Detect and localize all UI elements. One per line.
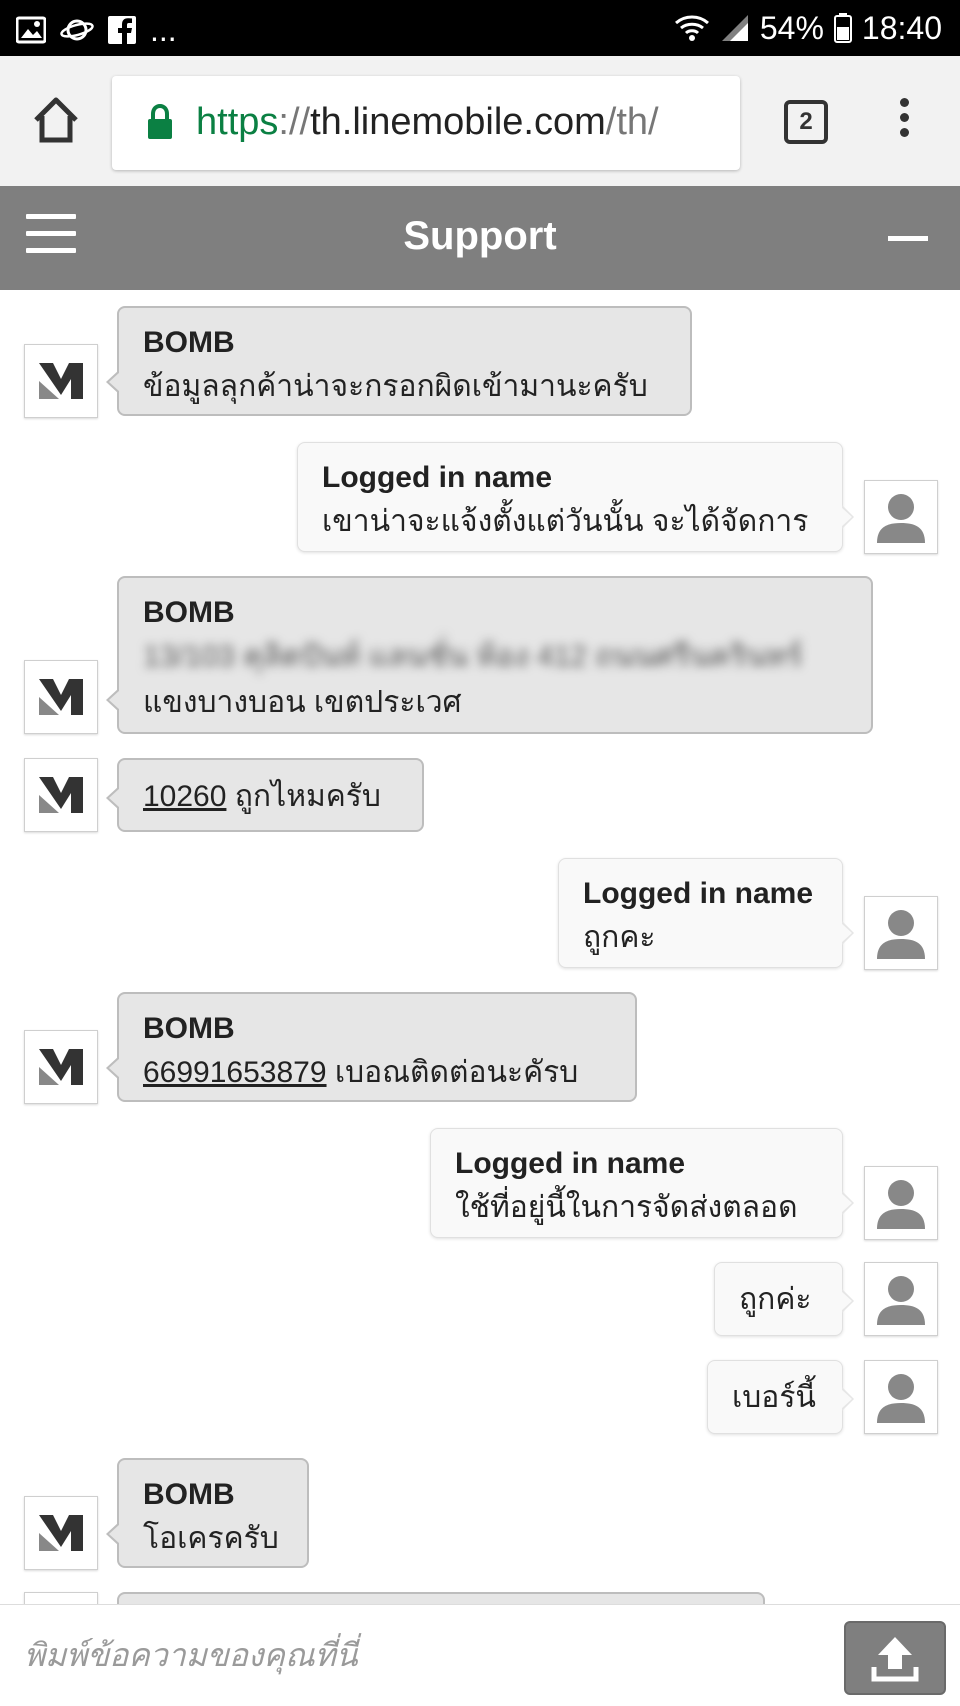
support-header: Support bbox=[0, 186, 960, 290]
message-text: โอเครครับ bbox=[143, 1522, 279, 1555]
home-icon[interactable] bbox=[28, 92, 84, 148]
browser-toolbar: https://th.linemobile.com/th/ 2 bbox=[0, 56, 960, 186]
chat-log[interactable]: BOMB ข้อมูลลุกค้าน่าจะกรอกผิดเข้ามานะครั… bbox=[0, 290, 960, 1604]
message-bubble: Logged in name เขาน่าจะแจ้งตั้งแต่วันนั้… bbox=[297, 442, 854, 552]
agent-avatar bbox=[24, 660, 98, 734]
user-avatar bbox=[864, 896, 938, 970]
url-path: /th/ bbox=[605, 101, 659, 143]
page-title: Support bbox=[403, 214, 557, 258]
line-mobile-logo-icon bbox=[39, 777, 83, 813]
message-text: เบอร์นี้ bbox=[732, 1381, 816, 1414]
message-text: ถูกคะ bbox=[583, 921, 656, 954]
agent-avatar bbox=[24, 1592, 98, 1604]
user-avatar bbox=[864, 1166, 938, 1240]
message-text: ถูกไหมครับ bbox=[226, 780, 381, 813]
message-bubble bbox=[117, 1592, 765, 1604]
user-icon bbox=[877, 1276, 925, 1325]
status-bar: ... 54% 18:40 bbox=[0, 0, 960, 56]
message-text: ข้อมูลลุกค้าน่าจะกรอกผิดเข้ามานะครับ bbox=[143, 370, 648, 403]
user-icon bbox=[877, 1180, 925, 1229]
message-sender: BOMB bbox=[143, 1478, 235, 1511]
message-sender: Logged in name bbox=[322, 461, 553, 494]
facebook-icon bbox=[108, 16, 136, 44]
message-text: ใช้ที่อยู่นี้ในการจัดส่งตลอด bbox=[455, 1191, 798, 1224]
message-bubble: BOMB 66991653879 เบอณติดต่อนะคัรบ bbox=[106, 992, 637, 1102]
line-mobile-logo-icon bbox=[39, 1049, 83, 1085]
message-sender: BOMB bbox=[143, 596, 235, 629]
message-bubble: ถูกค่ะ bbox=[714, 1262, 854, 1336]
clock: 18:40 bbox=[861, 10, 942, 46]
agent-avatar bbox=[24, 1496, 98, 1570]
minimize-icon[interactable] bbox=[888, 236, 928, 241]
image-icon bbox=[16, 16, 46, 44]
notification-more: ... bbox=[150, 12, 177, 48]
message-bubble: เบอร์นี้ bbox=[707, 1360, 854, 1434]
postal-code-link[interactable]: 10260 bbox=[143, 780, 226, 813]
agent-avatar bbox=[24, 1030, 98, 1104]
user-icon bbox=[877, 494, 925, 543]
user-icon bbox=[877, 1374, 925, 1423]
user-avatar bbox=[864, 480, 938, 554]
message-bubble: BOMB โอเครครับ bbox=[106, 1458, 309, 1568]
overflow-menu-icon[interactable] bbox=[888, 92, 920, 152]
url-host: th.linemobile.com bbox=[310, 101, 606, 143]
signal-icon bbox=[721, 15, 748, 41]
phone-number-link[interactable]: 66991653879 bbox=[143, 1056, 327, 1089]
agent-avatar bbox=[24, 758, 98, 832]
upload-icon bbox=[871, 1637, 919, 1682]
agent-avatar bbox=[24, 344, 98, 418]
planet-icon bbox=[60, 19, 94, 41]
address-bar[interactable]: https://th.linemobile.com/th/ bbox=[112, 76, 740, 170]
lock-icon bbox=[148, 104, 172, 139]
upload-button[interactable] bbox=[844, 1621, 946, 1695]
message-sender: Logged in name bbox=[583, 877, 814, 910]
line-mobile-logo-icon bbox=[39, 1515, 83, 1551]
user-avatar bbox=[864, 1262, 938, 1336]
message-text: แขงบางบอน เขตประเวศ bbox=[143, 686, 462, 719]
message-bubble: BOMB ข้อมูลลุกค้าน่าจะกรอกผิดเข้ามานะครั… bbox=[106, 306, 692, 416]
message-bubble: 10260 ถูกไหมครับ bbox=[106, 758, 424, 832]
redacted-address: 13/103 คุลิตปันท์ แลนชั่น ห้อง 412 ถนนศร… bbox=[143, 640, 803, 673]
message-bubble: Logged in name ถูกคะ bbox=[558, 858, 854, 968]
line-mobile-logo-icon bbox=[39, 679, 83, 715]
user-icon bbox=[877, 910, 925, 959]
wifi-icon bbox=[674, 15, 709, 41]
tab-switcher-button[interactable]: 2 bbox=[784, 100, 828, 144]
message-text: เบอณติดต่อนะคัรบ bbox=[326, 1056, 579, 1089]
message-input[interactable] bbox=[24, 1629, 824, 1681]
message-sender: BOMB bbox=[143, 1012, 235, 1045]
line-mobile-logo-icon bbox=[39, 363, 83, 399]
message-bubble: Logged in name ใช้ที่อยู่นี้ในการจัดส่งต… bbox=[430, 1128, 854, 1238]
message-text: เขาน่าจะแจ้งตั้งแต่วันนั้น จะได้จัดการ bbox=[322, 505, 809, 538]
url-text[interactable]: https://th.linemobile.com/th/ bbox=[196, 96, 659, 148]
user-avatar bbox=[864, 1360, 938, 1434]
message-bubble: BOMB 13/103 คุลิตปันท์ แลนชั่น ห้อง 412 … bbox=[106, 576, 873, 734]
battery-percent: 54% bbox=[759, 10, 824, 46]
url-separator: :// bbox=[278, 101, 311, 143]
url-scheme: https bbox=[196, 101, 279, 143]
message-text: ถูกค่ะ bbox=[739, 1283, 812, 1316]
battery-icon bbox=[833, 13, 852, 43]
composer bbox=[0, 1604, 960, 1706]
message-sender: BOMB bbox=[143, 326, 235, 359]
message-sender: Logged in name bbox=[455, 1147, 686, 1180]
